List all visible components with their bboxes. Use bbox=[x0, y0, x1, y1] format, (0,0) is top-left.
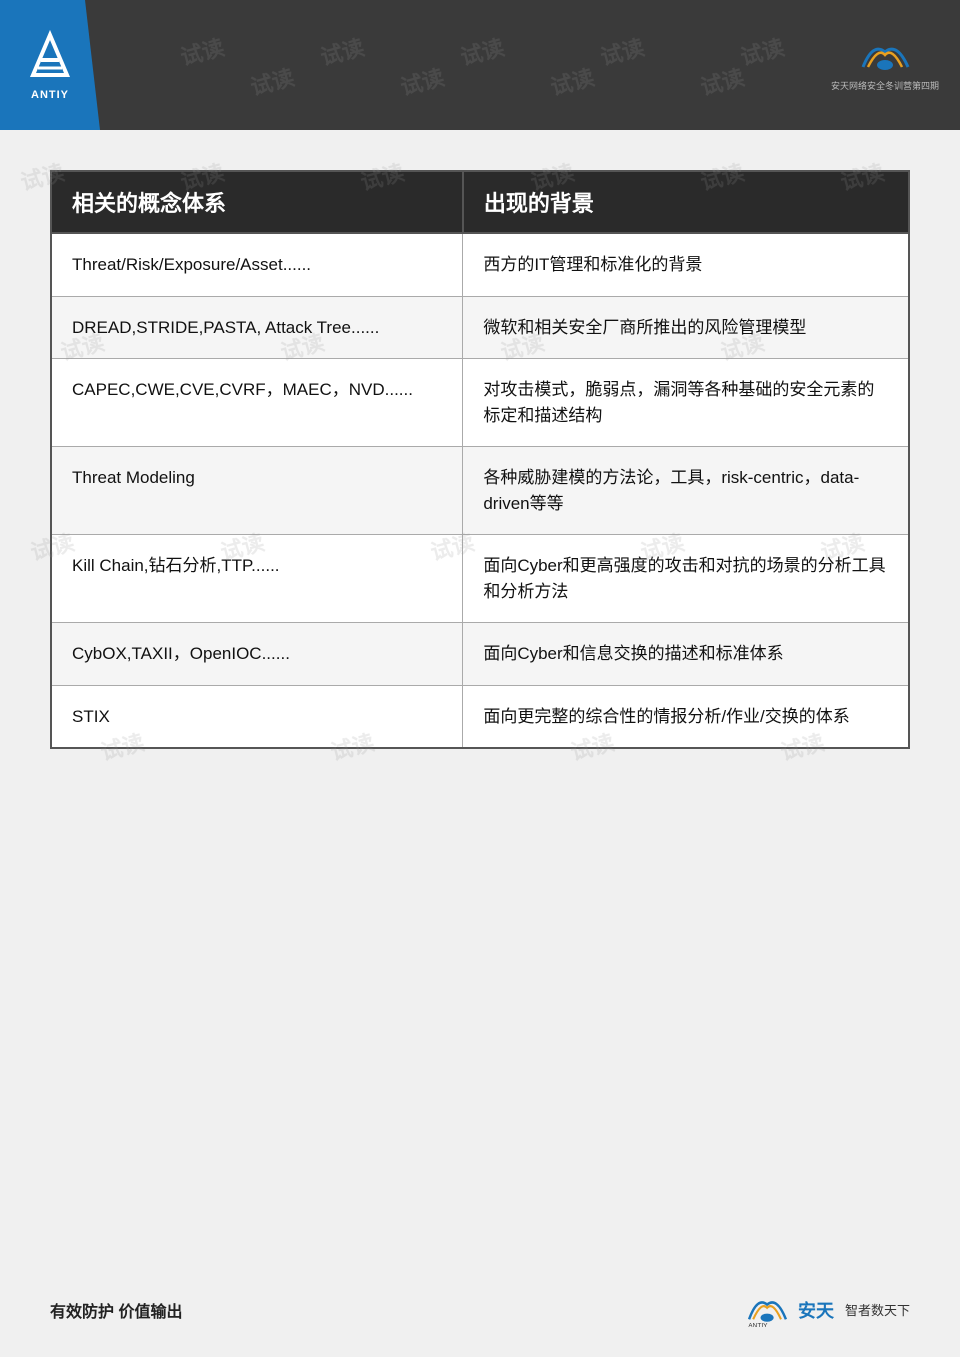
col1-header: 相关的概念体系 bbox=[51, 171, 463, 233]
table-row: Kill Chain,钻石分析,TTP......面向Cyber和更高强度的攻击… bbox=[51, 535, 909, 623]
table-row: Threat Modeling各种威胁建模的方法论，工具，risk-centri… bbox=[51, 447, 909, 535]
brand-logo-icon bbox=[858, 37, 913, 77]
header-wm-10: 试读 bbox=[697, 60, 748, 102]
table-cell-left: Threat Modeling bbox=[51, 447, 463, 535]
header-wm-9: 试读 bbox=[547, 60, 598, 102]
table-cell-right: 各种威胁建模的方法论，工具，risk-centric，data-driven等等 bbox=[463, 447, 909, 535]
table-header-row: 相关的概念体系 出现的背景 bbox=[51, 171, 909, 233]
header-wm-1: 试读 bbox=[177, 30, 228, 72]
header-wm-2: 试读 bbox=[317, 30, 368, 72]
table-cell-left: STIX bbox=[51, 685, 463, 748]
table-cell-right: 对攻击模式，脆弱点，漏洞等各种基础的安全元素的标定和描述结构 bbox=[463, 359, 909, 447]
table-cell-right: 西方的IT管理和标准化的背景 bbox=[463, 233, 909, 296]
table-cell-left: CAPEC,CWE,CVE,CVRF，MAEC，NVD...... bbox=[51, 359, 463, 447]
header-wm-3: 试读 bbox=[457, 30, 508, 72]
footer-logo: ANTIY 安天 智者数天下 bbox=[745, 1292, 910, 1327]
footer-tagline: 有效防护 价值输出 bbox=[50, 1298, 182, 1322]
header-watermark-area: 试读 试读 试读 试读 试读 试读 试读 试读 试读 试读 试读 bbox=[100, 0, 825, 130]
table-cell-left: DREAD,STRIDE,PASTA, Attack Tree...... bbox=[51, 296, 463, 359]
header-wm-4: 试读 bbox=[597, 30, 648, 72]
table-cell-right: 面向更完整的综合性的情报分析/作业/交换的体系 bbox=[463, 685, 909, 748]
header-wm-5: 试读 bbox=[737, 30, 788, 72]
table-cell-left: Threat/Risk/Exposure/Asset...... bbox=[51, 233, 463, 296]
footer-logo-text: 安天 bbox=[798, 1297, 834, 1323]
table-cell-right: 面向Cyber和信息交换的描述和标准体系 bbox=[463, 623, 909, 686]
header-right-logo: 安天网络安全冬训营第四期 bbox=[825, 25, 945, 105]
footer-logo-area: ANTIY 安天 智者数天下 bbox=[745, 1292, 910, 1327]
concept-table: 相关的概念体系 出现的背景 Threat/Risk/Exposure/Asset… bbox=[50, 170, 910, 749]
table-row: DREAD,STRIDE,PASTA, Attack Tree......微软和… bbox=[51, 296, 909, 359]
table-cell-right: 面向Cyber和更高强度的攻击和对抗的场景的分析工具和分析方法 bbox=[463, 535, 909, 623]
antiy-logo-icon bbox=[23, 30, 78, 85]
logo-box: ANTIY bbox=[0, 0, 100, 130]
svg-text:ANTIY: ANTIY bbox=[748, 1323, 768, 1328]
header-wm-8: 试读 bbox=[397, 60, 448, 102]
footer-brand-icon: ANTIY bbox=[745, 1292, 790, 1327]
table-row: Threat/Risk/Exposure/Asset......西方的IT管理和… bbox=[51, 233, 909, 296]
table-row: CAPEC,CWE,CVE,CVRF，MAEC，NVD......对攻击模式，脆… bbox=[51, 359, 909, 447]
table-row: STIX面向更完整的综合性的情报分析/作业/交换的体系 bbox=[51, 685, 909, 748]
footer-logo-sub: 智者数天下 bbox=[845, 1300, 910, 1319]
table-cell-right: 微软和相关安全厂商所推出的风险管理模型 bbox=[463, 296, 909, 359]
table-cell-left: CybOX,TAXII，OpenIOC...... bbox=[51, 623, 463, 686]
table-cell-left: Kill Chain,钻石分析,TTP...... bbox=[51, 535, 463, 623]
header: ANTIY 试读 试读 试读 试读 试读 试读 试读 试读 试读 试读 试读 安… bbox=[0, 0, 960, 130]
table-row: CybOX,TAXII，OpenIOC......面向Cyber和信息交换的描述… bbox=[51, 623, 909, 686]
footer: 有效防护 价值输出 ANTIY 安天 智者数天下 bbox=[0, 1292, 960, 1327]
col2-header: 出现的背景 bbox=[463, 171, 909, 233]
brand-tagline: 安天网络安全冬训营第四期 bbox=[831, 81, 939, 93]
header-wm-7: 试读 bbox=[247, 60, 298, 102]
logo-text: ANTIY bbox=[31, 89, 69, 101]
main-content: 试读 试读 试读 试读 试读 试读 试读 试读 试读 试读 试读 试读 试读 试… bbox=[0, 130, 960, 789]
